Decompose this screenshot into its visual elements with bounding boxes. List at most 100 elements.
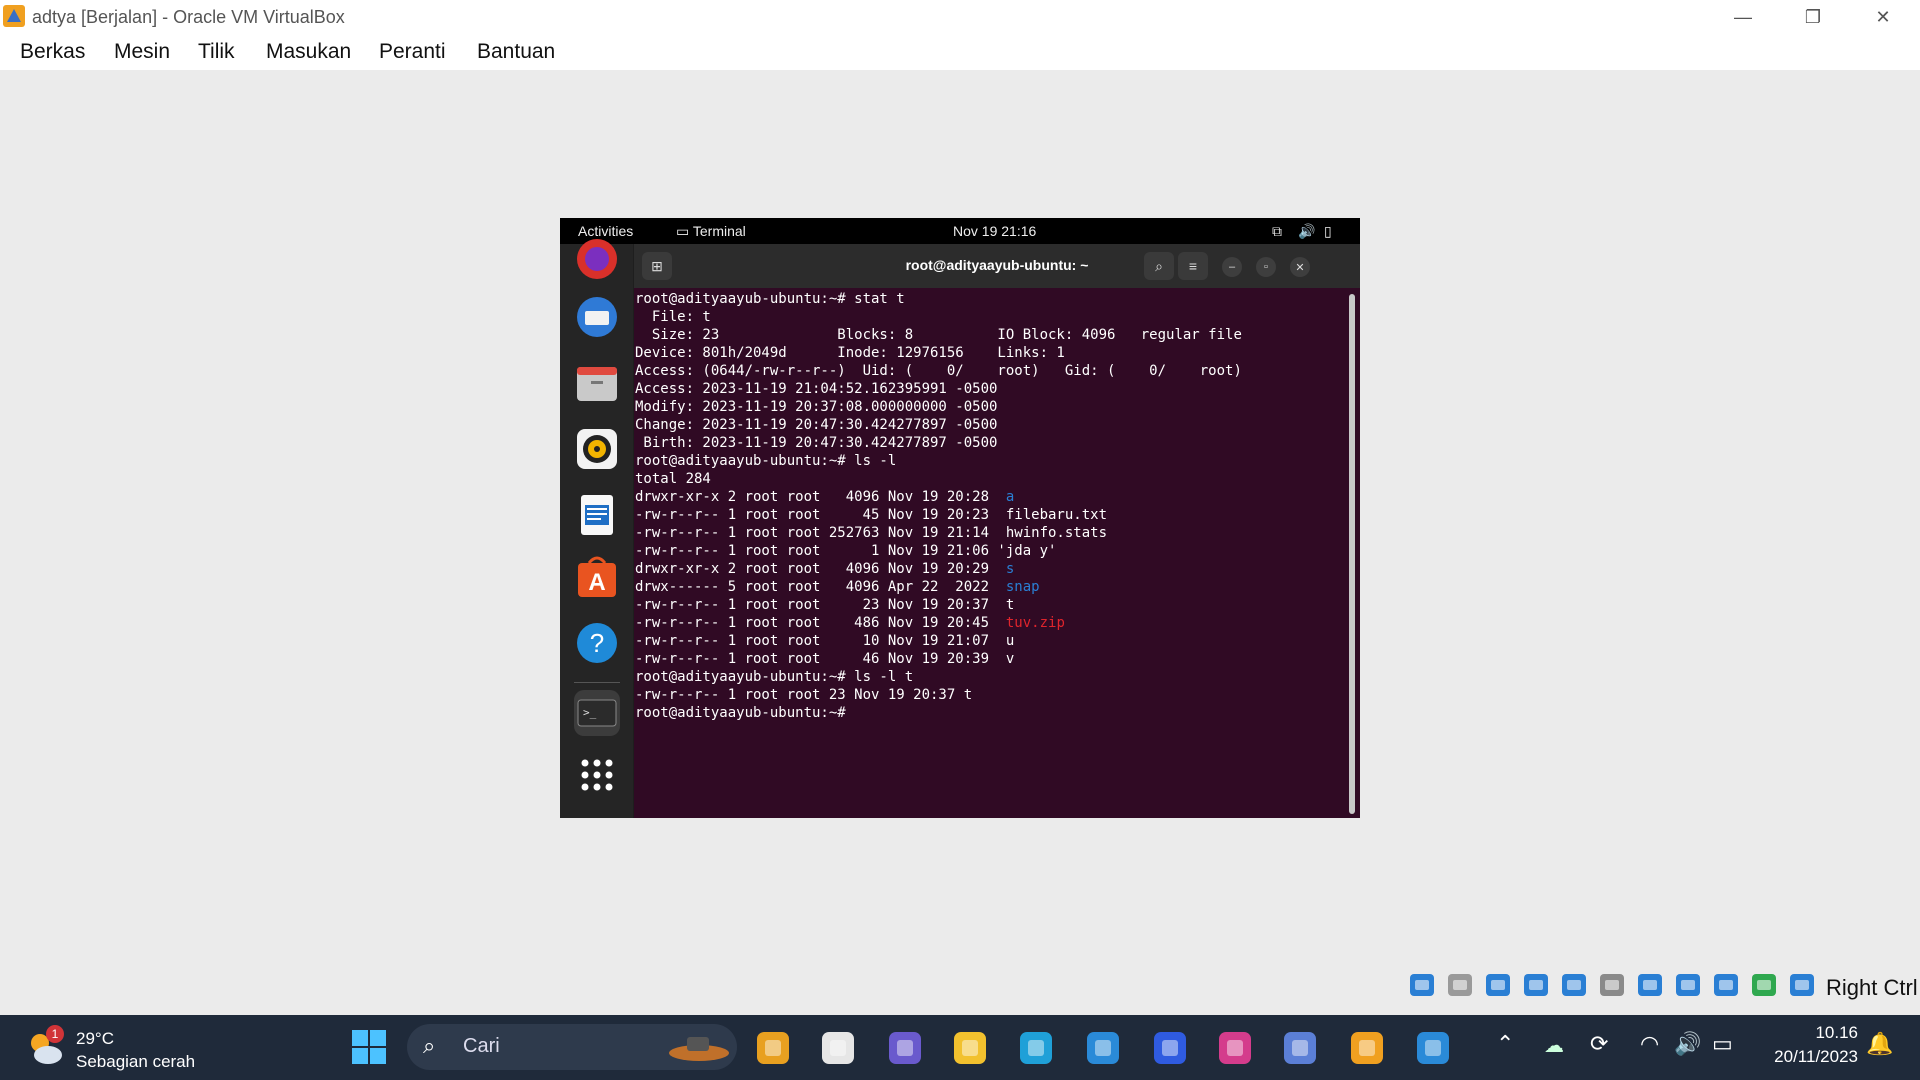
terminal-line: Access: (0644/-rw-r--r--) Uid: ( 0/ root… [635,362,1335,380]
app-icon[interactable] [1150,1028,1190,1068]
show-apps-icon[interactable] [574,752,620,798]
terminal-text: -rw-r--r-- 1 root root 1 Nov 19 21:06 'j… [635,543,1057,559]
search-box[interactable]: ⌕ Cari [407,1024,737,1070]
wifi-icon[interactable]: ◠ [1640,1031,1659,1057]
terminal-colored-entry: snap [1005,579,1040,595]
terminal-line: Size: 23 Blocks: 8 IO Block: 4096 regula… [635,326,1335,344]
sync-icon[interactable]: ⟳ [1590,1031,1608,1057]
ubuntu-dock: A ? >_ [560,239,633,818]
terminal-line: Access: 2023-11-19 21:04:52.162395991 -0… [635,380,1335,398]
terminal-scrollbar[interactable] [1349,294,1355,814]
terminal-line: File: t [635,308,1335,326]
volume-icon[interactable]: 🔊 [1674,1031,1701,1057]
svg-text:?: ? [590,628,604,658]
help-icon[interactable]: ? [574,620,620,666]
audio-icon[interactable] [1483,970,1513,1000]
terminal-line: root@adityaayub-ubuntu:~# stat t [635,290,1335,308]
display-icon[interactable] [1635,970,1665,1000]
app-center-icon[interactable]: A [574,554,620,600]
weather-widget[interactable]: 1 29°C Sebagian cerah [26,1025,206,1071]
hamburger-menu-icon[interactable]: ≡ [1178,252,1208,280]
recording-icon[interactable] [1673,970,1703,1000]
firefox-icon[interactable] [574,236,620,282]
virtualbox-icon[interactable] [1347,1028,1387,1068]
rhythmbox-icon[interactable] [574,426,620,472]
terminal-line: -rw-r--r-- 1 root root 1 Nov 19 21:06 'j… [635,542,1335,560]
show-hidden-icons-chevron[interactable]: ⌃ [1496,1031,1514,1057]
terminal-line: drwxr-xr-x 2 root root 4096 Nov 19 20:29… [635,560,1335,578]
terminal-output[interactable]: root@adityaayub-ubuntu:~# stat t File: t… [635,290,1335,810]
clock[interactable]: 10.16 20/11/2023 [1748,1021,1858,1075]
terminal-text: root@adityaayub-ubuntu:~# stat t [635,291,905,307]
clock[interactable]: Nov 19 21:16 [953,223,1036,239]
terminal-text: Device: 801h/2049d Inode: 12976156 Links… [635,345,1065,361]
terminal-line: -rw-r--r-- 1 root root 486 Nov 19 20:45 … [635,614,1335,632]
vt-x-icon[interactable] [1711,970,1741,1000]
maximize-button[interactable]: ❐ [1783,0,1843,34]
windows-taskbar: 1 29°C Sebagian cerah ⌕ Cari ⌃ ☁ ⟳ ◠ 🔊 ▭… [0,1015,1920,1080]
weather-temp: 29°C [76,1029,114,1048]
menu-masukan[interactable]: Masukan [266,40,351,64]
terminal-title: root@adityaayub-ubuntu: ~ [905,257,1089,273]
terminal-line: total 284 [635,470,1335,488]
terminal-line: Birth: 2023-11-19 20:47:30.424277897 -05… [635,434,1335,452]
edge-icon[interactable] [1016,1028,1056,1068]
terminal-close-button[interactable]: ✕ [1290,257,1310,277]
host-key-label: Right Ctrl [1826,975,1918,1000]
menu-berkas[interactable]: Berkas [20,40,85,64]
terminal-text: File: t [635,309,711,325]
windows-logo-icon [352,1030,386,1064]
terminal-text: drwxr-xr-x 2 root root 4096 Nov 19 20:28 [635,489,1006,505]
files-icon[interactable] [574,360,620,406]
onedrive-icon[interactable]: ☁ [1544,1033,1564,1058]
menu-peranti[interactable]: Peranti [379,40,446,64]
copilot-icon[interactable] [753,1028,793,1068]
thunderbird-icon[interactable] [574,294,620,340]
store-icon[interactable] [1083,1028,1123,1068]
menu-tilik[interactable]: Tilik [198,40,235,64]
weather-description: Sebagian cerah [76,1052,196,1071]
menu-mesin[interactable]: Mesin [114,40,170,64]
notification-bell-icon[interactable]: 🔔 [1866,1031,1893,1057]
terminal-colored-entry: tuv.zip [1005,615,1065,631]
terminal-minimize-button[interactable]: – [1222,257,1242,277]
terminal-text: -rw-r--r-- 1 root root 10 Nov 19 21:07 u [635,633,1015,649]
usb-icon[interactable] [1559,970,1589,1000]
mouse-integration-icon[interactable] [1749,970,1779,1000]
vbox-menubar: Berkas Mesin Tilik Masukan Peranti Bantu… [0,34,1920,70]
volume-icon[interactable]: 🔊 [1298,223,1315,240]
network-icon[interactable] [1521,970,1551,1000]
teams-icon[interactable] [885,1028,925,1068]
battery-icon[interactable]: ▯ [1324,223,1332,240]
terminal-text: -rw-r--r-- 1 root root 45 Nov 19 20:23 f… [635,507,1108,523]
terminal-text: drwx------ 5 root root 4096 Apr 22 2022 [635,579,1006,595]
battery-icon[interactable]: ▭ [1712,1031,1733,1057]
window-title: adtya [Berjalan] - Oracle VM VirtualBox [32,7,345,27]
close-button[interactable]: ✕ [1853,0,1913,34]
terminal-text: Size: 23 Blocks: 8 IO Block: 4096 regula… [635,327,1242,343]
instagram-icon[interactable] [1215,1028,1255,1068]
paint-icon[interactable] [1413,1028,1453,1068]
shared-folders-icon[interactable] [1597,970,1627,1000]
start-button[interactable] [350,1028,388,1066]
download-icon[interactable] [1787,970,1817,1000]
hard-disk-icon[interactable] [1407,970,1437,1000]
terminal-line: drwx------ 5 root root 4096 Apr 22 2022 … [635,578,1335,596]
optical-drive-icon[interactable] [1445,970,1475,1000]
terminal-app-menu[interactable]: ▭ Terminal [676,223,746,240]
writer-icon[interactable] [574,492,620,538]
menu-bantuan[interactable]: Bantuan [477,40,555,64]
clock-date: 20/11/2023 [1774,1047,1858,1066]
terminal-colored-entry: a [1005,489,1015,505]
terminal-text: total 284 [635,471,711,487]
virtualbox-cube-icon[interactable] [1280,1028,1320,1068]
search-icon[interactable]: ⌕ [1144,252,1174,280]
terminal-line: -rw-r--r-- 1 root root 23 Nov 19 20:37 t [635,596,1335,614]
terminal-icon[interactable]: >_ [574,690,620,736]
terminal-restore-button[interactable]: ▫ [1256,257,1276,277]
network-icon[interactable]: ⧉ [1272,223,1282,240]
file-explorer-icon[interactable] [950,1028,990,1068]
task-view-icon[interactable] [818,1028,858,1068]
terminal-window[interactable]: ⊞ root@adityaayub-ubuntu: ~ ⌕ ≡ – ▫ ✕ ro… [634,244,1360,818]
minimize-button[interactable]: — [1713,0,1773,34]
